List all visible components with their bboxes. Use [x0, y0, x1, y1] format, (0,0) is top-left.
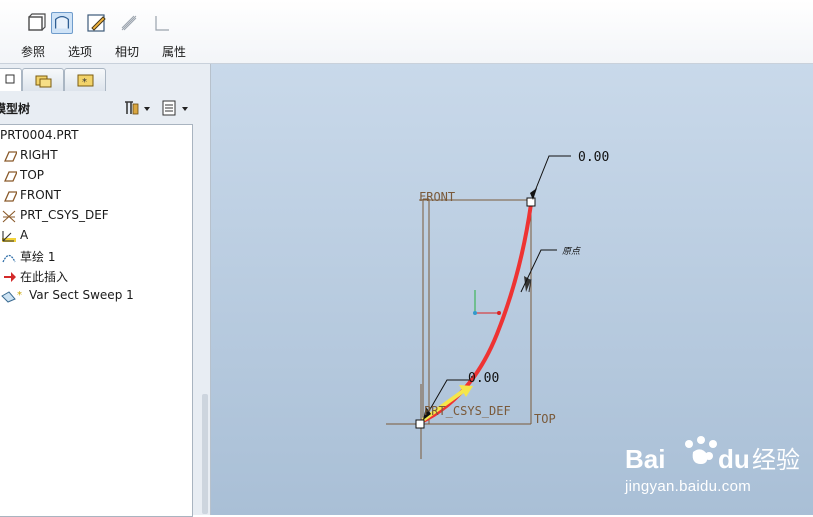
tab-tangent-label: 相切 — [114, 45, 139, 59]
svg-text:du: du — [718, 444, 750, 474]
tree-item-label: FRONT — [20, 188, 61, 202]
dashboard-ribbon: 参照 选项 相切 属性 — [0, 0, 813, 64]
tree-item-part[interactable]: PRT0004.PRT — [0, 126, 190, 146]
triad-origin — [473, 311, 477, 315]
svg-text:*: * — [17, 290, 22, 301]
csys-icon — [2, 210, 16, 223]
favorites-folder-icon: * — [77, 74, 94, 88]
tree-item-top[interactable]: TOP — [0, 166, 190, 186]
tab-tangent[interactable]: 相切 — [104, 0, 150, 63]
tree-item-axis-a[interactable]: A — [0, 226, 190, 246]
tree-item-label: 草绘 1 — [20, 250, 56, 264]
end-point-handle — [526, 197, 536, 207]
datum-axis-icon — [2, 231, 16, 242]
tree-item-label: RIGHT — [20, 148, 58, 162]
model-tree-header: 模型树 — [0, 92, 210, 122]
datum-plane-icon — [3, 191, 17, 202]
navigator-panel: * 模型树 PRT0004.PRT RIGHT TOP FRONT PRT_CS… — [0, 64, 211, 517]
folders-icon — [35, 75, 52, 88]
tab-folder-browser[interactable] — [22, 68, 64, 91]
tree-item-label: TOP — [20, 168, 45, 182]
insert-arrow-icon — [4, 272, 16, 282]
tree-item-label: A — [20, 228, 29, 242]
tree-item-csys[interactable]: PRT_CSYS_DEF — [0, 206, 190, 226]
tab-favorites[interactable]: * — [64, 68, 106, 91]
tab-reference[interactable]: 参照 — [10, 0, 56, 63]
navigator-tabs: * — [0, 66, 210, 92]
svg-text:*: * — [82, 77, 87, 88]
dim-bottom-value: 0.00 — [468, 371, 499, 386]
tab-properties-label: 属性 — [161, 45, 186, 59]
watermark: Bai du 经验 jingyan.baidu.com — [615, 430, 805, 510]
dim-top-leader — [532, 155, 571, 197]
tree-item-label: PRT0004.PRT — [0, 128, 79, 142]
front-plane-label: FRONT — [419, 190, 455, 204]
baidu-paw-logo: Bai du 经验 — [625, 436, 800, 474]
tree-item-label: PRT_CSYS_DEF — [20, 208, 109, 222]
tree-item-sketch[interactable]: 草绘 1 — [0, 246, 190, 266]
show-menu-icon[interactable] — [160, 98, 192, 118]
dim-top-value: 0.00 — [578, 150, 609, 165]
sash-handle[interactable] — [205, 394, 213, 514]
top-plane-label: TOP — [534, 412, 556, 426]
origin-label: 原点 — [562, 246, 581, 257]
tree-item-label: 在此插入 — [20, 270, 69, 284]
sweep-icon: * — [1, 290, 22, 303]
datum-plane-icon — [3, 151, 17, 162]
datum-plane-icon — [3, 171, 17, 182]
tree-item-right[interactable]: RIGHT — [0, 146, 190, 166]
tree-item-var-sect-sweep[interactable]: * Var Sect Sweep 1 — [0, 286, 190, 306]
csys-label: PRT_CSYS_DEF — [424, 404, 511, 418]
tree-item-insert-here[interactable]: 在此插入 — [0, 266, 190, 286]
tab-options-label: 选项 — [67, 45, 92, 59]
tab-options[interactable]: 选项 — [57, 0, 103, 63]
tab-properties[interactable]: 属性 — [151, 0, 197, 63]
start-point-handle — [415, 419, 425, 429]
model-tree-title: 模型树 — [0, 102, 31, 116]
top-plane-edge — [429, 200, 532, 425]
watermark-url: jingyan.baidu.com — [625, 478, 752, 495]
tab-model-tree[interactable] — [0, 68, 22, 91]
tree-item-label: Var Sect Sweep 1 — [29, 288, 134, 302]
model-tree: PRT0004.PRT RIGHT TOP FRONT PRT_CSYS_DEF… — [0, 124, 193, 517]
sketch-icon — [2, 254, 16, 263]
tree-settings-icon[interactable] — [122, 98, 154, 118]
tree-item-front[interactable]: FRONT — [0, 186, 190, 206]
model-tree-icon — [5, 74, 15, 84]
svg-text:Bai: Bai — [625, 444, 665, 474]
tab-reference-label: 参照 — [20, 45, 45, 59]
svg-text:经验: 经验 — [752, 446, 800, 474]
